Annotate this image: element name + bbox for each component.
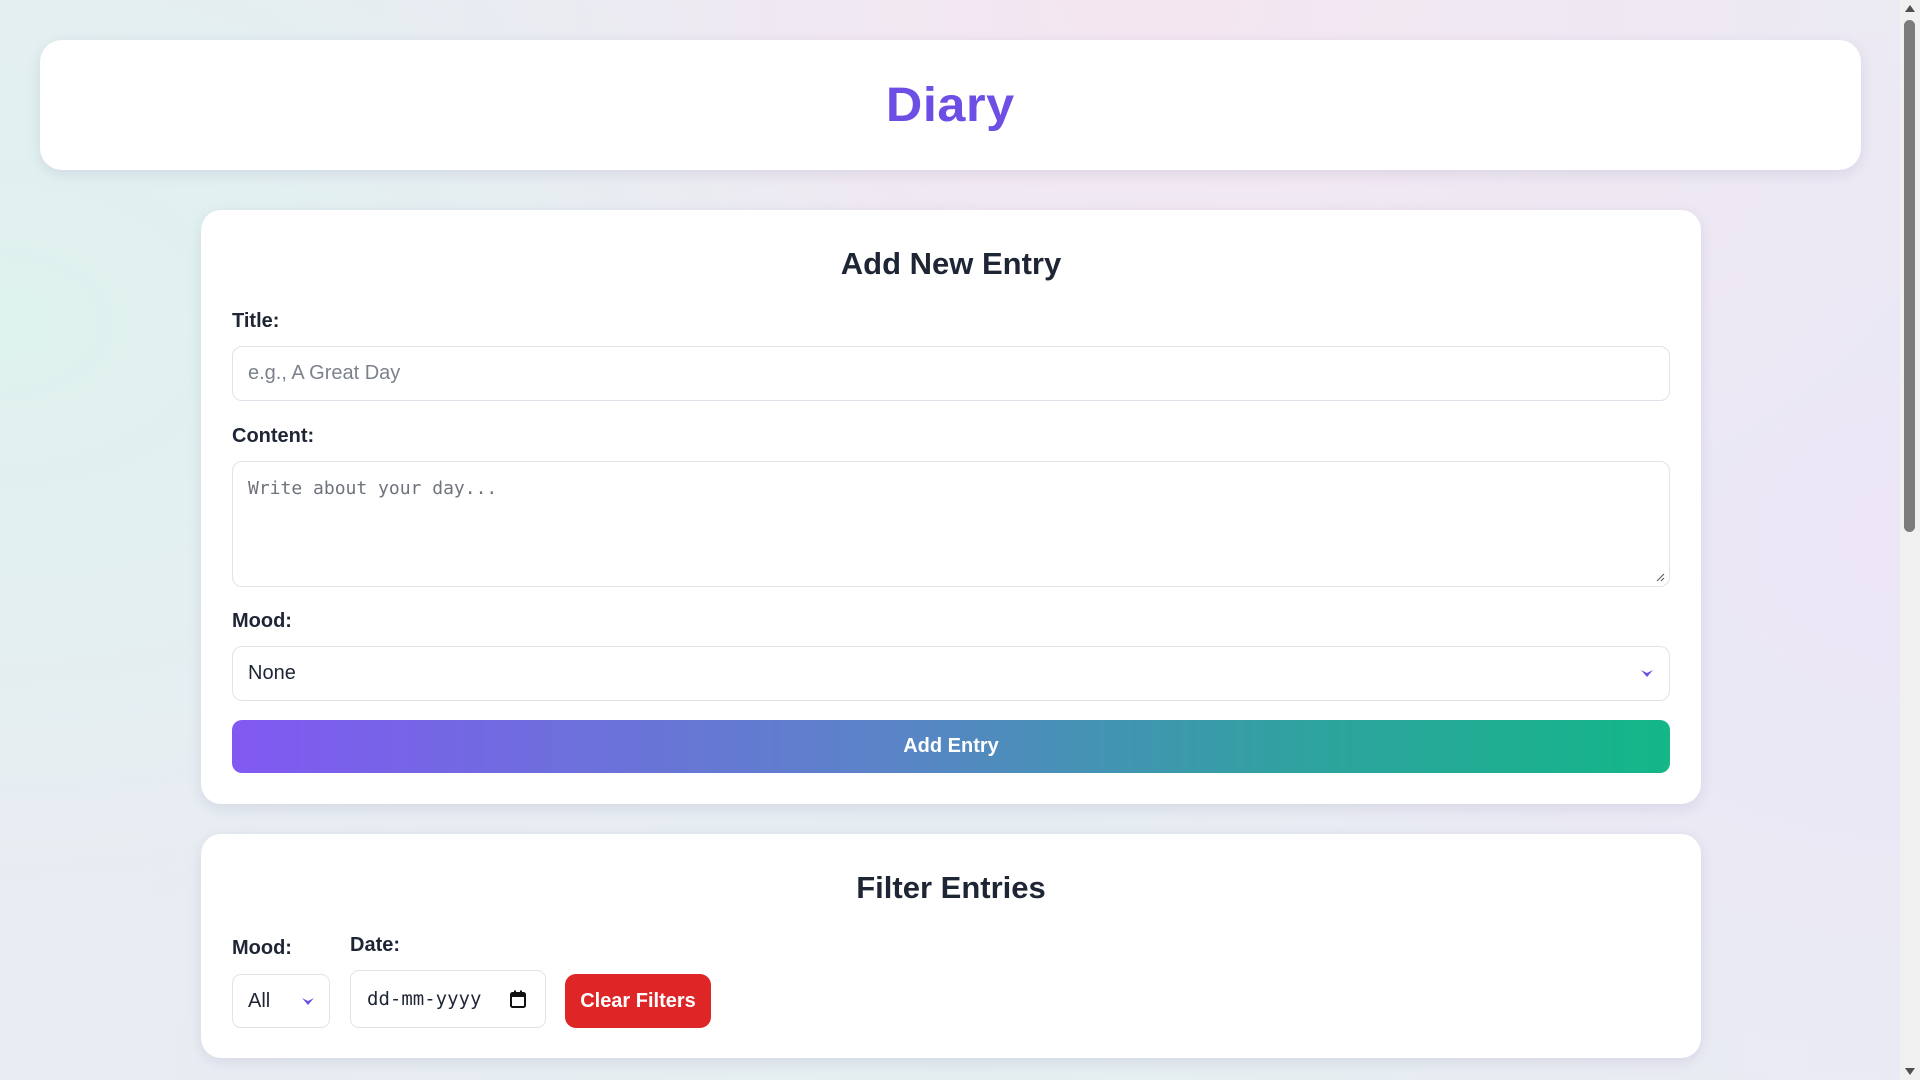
date-placeholder: dd-mm-yyyy [367,988,482,1010]
content-field [232,461,1670,587]
add-entry-button[interactable]: Add Entry [232,720,1670,773]
arrow-up-icon[interactable] [1900,0,1920,17]
app-header: Diary [40,40,1861,170]
resize-grip-icon[interactable] [1655,572,1665,582]
add-entry-card: Add New Entry Title: Content: Mood: None… [201,210,1701,804]
content-label: Content: [232,425,315,447]
filter-mood-selected-value: All [248,989,271,1012]
vertical-scrollbar[interactable] [1900,0,1920,1080]
mood-selected-value: None [248,662,296,684]
scrollbar-thumb[interactable] [1904,20,1915,532]
add-entry-heading: Add New Entry [840,246,1062,281]
mood-label: Mood: [232,610,292,632]
chevron-down-icon [1640,669,1654,679]
calendar-icon[interactable] [510,990,526,1008]
title-field [232,346,1670,401]
filter-mood-label: Mood: [232,937,292,959]
title-label: Title: [232,310,280,332]
arrow-down-icon[interactable] [1900,1063,1920,1080]
app-title: Diary [886,78,1015,132]
filter-date-input[interactable]: dd-mm-yyyy [350,970,546,1028]
title-input[interactable] [233,347,1669,400]
filter-entries-card: Filter Entries Mood: All Date: dd-mm-yyy… [201,834,1701,1058]
mood-select[interactable]: None [232,646,1670,701]
clear-filters-button[interactable]: Clear Filters [565,974,711,1028]
content-textarea[interactable] [233,462,1669,586]
filter-mood-select[interactable]: All [232,974,330,1028]
filter-date-label: Date: [350,934,401,956]
page-viewport: Diary Add New Entry Title: Content: Mood… [0,0,1900,1080]
filter-heading: Filter Entries [856,870,1046,905]
chevron-down-icon [301,996,315,1006]
